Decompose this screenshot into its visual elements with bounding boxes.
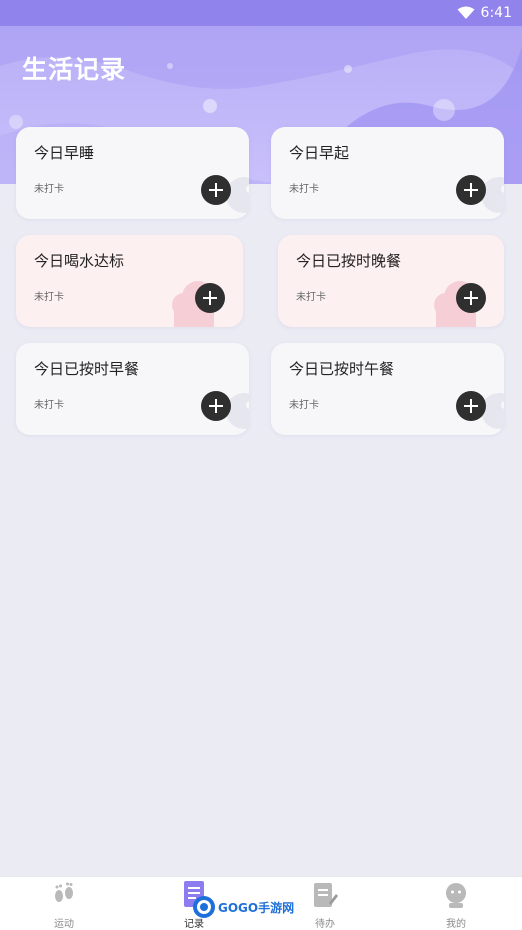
card-title: 今日早睡: [34, 144, 95, 162]
card-title: 今日喝水达标: [34, 252, 125, 270]
record-card-sleep-early[interactable]: 今日早睡 未打卡: [16, 127, 249, 219]
record-card-wake-early[interactable]: 今日早起 未打卡: [271, 127, 504, 219]
card-title: 今日已按时早餐: [34, 360, 140, 378]
todo-note-icon: [314, 883, 338, 907]
plus-icon: [464, 399, 478, 413]
plus-icon: [464, 291, 478, 305]
watermark: GOGO手游网: [192, 895, 294, 919]
add-button[interactable]: [456, 283, 486, 313]
tab-profile[interactable]: 我的: [416, 881, 496, 930]
record-card-water-goal[interactable]: 今日喝水达标 未打卡: [16, 235, 243, 327]
plus-icon: [209, 183, 223, 197]
add-button[interactable]: [201, 391, 231, 421]
record-card-lunch-on-time[interactable]: 今日已按时午餐 未打卡: [271, 343, 504, 435]
footprints-icon: [55, 882, 73, 902]
card-status: 未打卡: [289, 400, 319, 411]
card-title: 今日已按时午餐: [289, 360, 395, 378]
watermark-logo-icon: [193, 896, 215, 918]
add-button[interactable]: [456, 175, 486, 205]
add-button[interactable]: [456, 391, 486, 421]
card-status: 未打卡: [34, 400, 64, 411]
card-status: 未打卡: [34, 184, 64, 195]
status-time: 6:41: [480, 5, 512, 21]
profile-icon: [446, 883, 466, 908]
add-button[interactable]: [195, 283, 225, 313]
card-status: 未打卡: [296, 292, 326, 303]
status-bar: 6:41: [0, 0, 522, 26]
plus-icon: [464, 183, 478, 197]
page-title: 生活记录: [22, 55, 127, 84]
card-title: 今日已按时晚餐: [296, 252, 402, 270]
tab-todo[interactable]: 待办: [285, 881, 365, 930]
plus-icon: [203, 291, 217, 305]
record-card-dinner-on-time[interactable]: 今日已按时晚餐 未打卡: [278, 235, 504, 327]
plus-icon: [209, 399, 223, 413]
tab-label: 待办: [315, 919, 335, 930]
card-title: 今日早起: [289, 144, 350, 162]
tab-sport[interactable]: 运动: [24, 881, 104, 930]
card-status: 未打卡: [34, 292, 64, 303]
tab-label: 我的: [446, 919, 466, 930]
card-status: 未打卡: [289, 184, 319, 195]
add-button[interactable]: [201, 175, 231, 205]
record-card-breakfast-on-time[interactable]: 今日已按时早餐 未打卡: [16, 343, 249, 435]
tab-label: 运动: [54, 919, 74, 930]
watermark-text: GOGO手游网: [218, 900, 295, 915]
wifi-icon: [457, 6, 475, 19]
